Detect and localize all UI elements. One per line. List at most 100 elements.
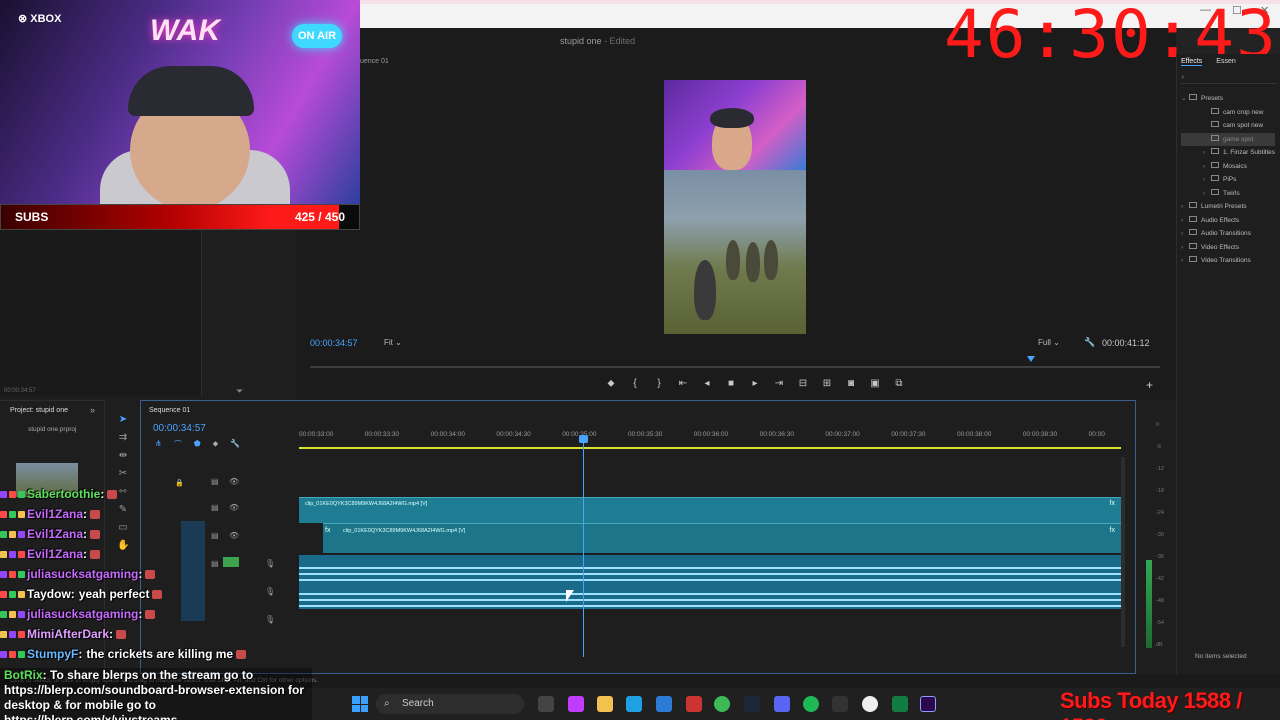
steam-icon[interactable] [744, 696, 760, 712]
media-player-icon[interactable] [862, 696, 878, 712]
effects-item[interactable]: cam crop new [1181, 106, 1275, 120]
chrome-icon[interactable] [714, 696, 730, 712]
track-select-icon[interactable]: ⇉ [117, 432, 129, 444]
step-back-icon[interactable]: ◂ [702, 378, 712, 389]
effects-item[interactable]: › Audio Effects [1181, 214, 1275, 228]
streamer-cap [128, 66, 254, 116]
work-area-bar[interactable] [299, 447, 1121, 449]
vertical-scrollbar[interactable] [1121, 457, 1125, 647]
chat-separator: : [100, 487, 105, 501]
mark-in-icon[interactable]: { [630, 378, 640, 389]
effects-item[interactable]: › Video Effects [1181, 241, 1275, 255]
effects-item[interactable]: › PiPs [1181, 173, 1275, 187]
sequence-tab[interactable]: uence 01 [360, 58, 389, 65]
effects-item-label: Presets [1201, 95, 1224, 102]
effects-item[interactable]: › Twirls [1181, 187, 1275, 201]
ruler-tick-label: 00:00:33:00 [299, 431, 334, 438]
chat-username[interactable]: StumpyF [27, 647, 78, 661]
chat-username[interactable]: Evil1Zana [27, 547, 83, 561]
multicam-icon[interactable]: ▣ [870, 378, 880, 389]
effects-item[interactable]: › Mosaics [1181, 160, 1275, 174]
link-icon[interactable]: ⌒ [174, 439, 182, 450]
wrench-icon[interactable]: 🔧 [1084, 337, 1095, 348]
windows-start-icon[interactable] [352, 696, 368, 712]
chat-username[interactable]: Evil1Zana [27, 507, 83, 521]
selection-tool-icon[interactable]: ➤ [117, 414, 129, 426]
timeline-timecode[interactable]: 00:00:34:57 [153, 423, 206, 434]
scrubber-playhead[interactable] [1027, 356, 1035, 362]
snap-icon[interactable]: ⋔ [155, 439, 162, 450]
chat-username[interactable]: juliasucksatgaming [27, 567, 138, 581]
chat-username[interactable]: Sabertoothie [27, 487, 100, 501]
spotify-icon[interactable] [803, 696, 819, 712]
capcut-icon[interactable] [832, 696, 848, 712]
chat-username[interactable]: MimiAfterDark [27, 627, 109, 641]
chat-separator: : [83, 527, 88, 541]
stop-icon[interactable]: ■ [726, 378, 736, 389]
current-timecode[interactable]: 00:00:34:57 [310, 338, 358, 348]
mark-out-icon[interactable]: } [654, 378, 664, 389]
settings-icon[interactable]: ⧉ [894, 378, 904, 389]
project-title[interactable]: Project: stupid one [10, 407, 68, 414]
camera-icon[interactable]: ◙ [846, 378, 856, 389]
go-to-out-icon[interactable]: ⇥ [774, 378, 784, 389]
chat-emote-icon [145, 569, 156, 579]
resolution-dropdown[interactable]: Full ⌄ [1038, 338, 1060, 347]
marker-icon[interactable]: ⬥ [606, 378, 616, 389]
ruler-tick-label: 00:00:36:00 [693, 431, 729, 438]
fit-dropdown[interactable]: Fit ⌄ [384, 338, 402, 347]
effects-item[interactable]: › Video Transitions [1181, 254, 1275, 268]
marker-icon[interactable]: ⬥ [213, 439, 219, 450]
add-marker-icon[interactable]: ⬟ [194, 439, 201, 450]
audio-waveform [299, 567, 1121, 569]
overwrite-icon[interactable]: ⊞ [822, 378, 832, 389]
copilot-icon[interactable] [568, 696, 584, 712]
ripple-edit-icon[interactable]: ⇹ [117, 450, 129, 462]
tab-effects[interactable]: Effects [1181, 58, 1203, 66]
subs-count: 425 / 450 [294, 210, 345, 224]
preview-gameplay [664, 170, 806, 334]
effects-item-label: 1. Finzar Subtitles [1223, 149, 1276, 156]
taskbar-search[interactable]: ⌕ Search [376, 694, 524, 714]
clip-video-v2[interactable]: fx clip_01KE0QYK3C89M9KW4J68A2I4WG.mp4 [… [323, 523, 1121, 553]
timeline-tab[interactable]: Sequence 01 [149, 407, 190, 414]
clip-video-v3[interactable]: clip_01KE0QYK3C89M9KW4J68A2I4WG.mp4 [V] … [299, 497, 1121, 523]
edge-icon[interactable] [626, 696, 642, 712]
chat-badge-icon [9, 510, 16, 518]
panel-expand-icon[interactable]: » [90, 405, 95, 415]
file-explorer-icon[interactable] [597, 696, 613, 712]
tab-essential[interactable]: Essen [1216, 58, 1235, 66]
go-to-in-icon[interactable]: ⇤ [678, 378, 688, 389]
effects-search-input[interactable]: ⌕ [1181, 74, 1277, 84]
clip-audio[interactable] [299, 555, 1121, 609]
program-scrubber[interactable] [310, 366, 1160, 368]
chat-badge-icon [9, 550, 16, 558]
effects-item[interactable]: cam spot new [1181, 119, 1275, 133]
discord-icon[interactable] [774, 696, 790, 712]
filter-icon[interactable]: ⏷ [236, 386, 243, 397]
effects-item[interactable]: › Lumetri Presets [1181, 200, 1275, 214]
chevron-right-icon: › [1181, 216, 1184, 224]
store-icon[interactable] [656, 696, 672, 712]
chat-message: juliasucksatgaming : [0, 604, 312, 624]
effects-item[interactable]: game spot [1181, 132, 1276, 146]
wrench-icon[interactable]: 🔧 [230, 439, 240, 450]
chat-username[interactable]: Taydow [27, 587, 71, 601]
effects-item[interactable]: › Audio Transitions [1181, 227, 1275, 241]
project-file[interactable]: stupid one.prproj [28, 426, 76, 433]
effects-item[interactable]: ⌄ Presets [1181, 92, 1275, 106]
effects-item[interactable]: › 1. Finzar Subtitles [1181, 146, 1275, 160]
chat-username[interactable]: Evil1Zana [27, 527, 83, 541]
app-icon[interactable] [686, 696, 702, 712]
excel-icon[interactable] [892, 696, 908, 712]
chat-username[interactable]: juliasucksatgaming [27, 607, 138, 621]
task-view-icon[interactable] [538, 696, 554, 712]
audio-meter-level [1146, 560, 1152, 648]
time-ruler[interactable]: 00:00:33:00 00:00:33:30 00:00:34:00 00:00:3… [299, 429, 1121, 445]
razor-icon[interactable]: ✂ [117, 468, 129, 480]
step-forward-icon[interactable]: ▸ [750, 378, 760, 389]
insert-icon[interactable]: ⊟ [798, 378, 808, 389]
premiere-icon[interactable] [920, 696, 936, 712]
timeline-playhead[interactable] [583, 437, 584, 657]
add-button-icon[interactable]: + [1146, 378, 1153, 392]
